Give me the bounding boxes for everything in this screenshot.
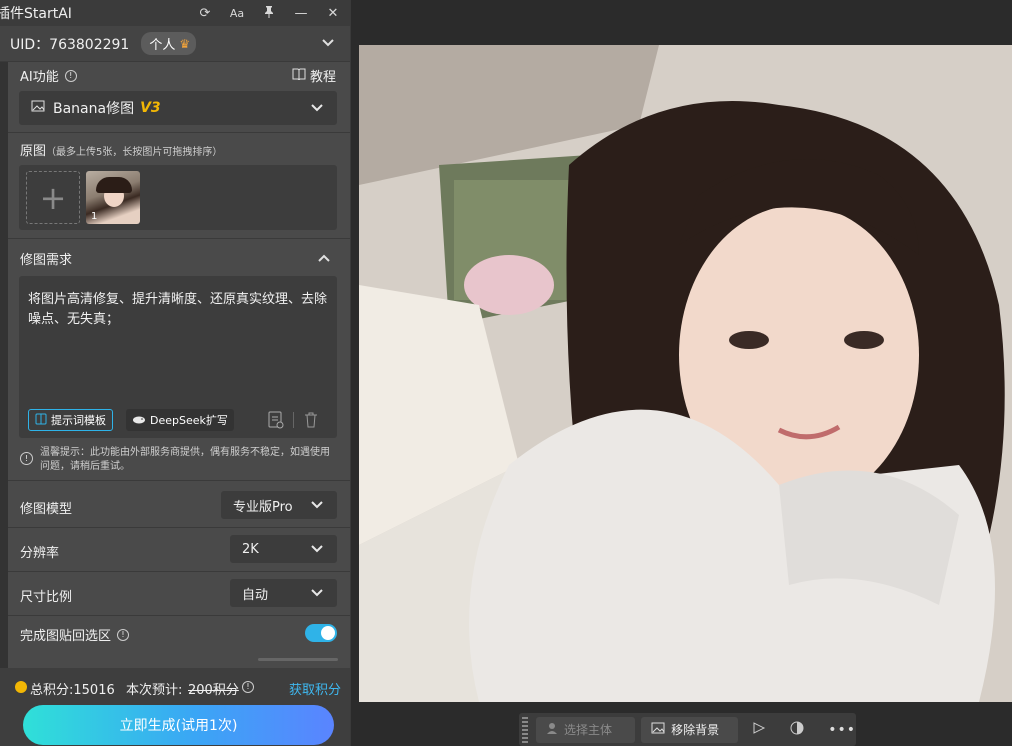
thumb-hair: [96, 177, 132, 193]
shape-tool-icon[interactable]: [752, 721, 766, 739]
deepseek-label: DeepSeek扩写: [150, 414, 228, 427]
chevron-down-icon[interactable]: [322, 36, 334, 51]
deepseek-whale-icon: [132, 414, 146, 427]
add-image-button[interactable]: +: [26, 171, 80, 224]
scroll-indicator[interactable]: [258, 658, 338, 661]
remove-background-label: 移除背景: [671, 723, 720, 737]
info-icon[interactable]: !: [64, 69, 77, 82]
paste-back-row: 完成图贴回选区 !: [20, 625, 130, 644]
get-points-link[interactable]: 获取积分: [289, 679, 341, 698]
minimize-icon[interactable]: —: [292, 6, 310, 21]
template-icon: [35, 413, 47, 428]
estimate-label: 本次预计:: [126, 683, 183, 698]
close-icon[interactable]: ✕: [324, 6, 342, 21]
window-title: 插件StartAI: [0, 6, 72, 22]
preview-photo[interactable]: [359, 45, 1012, 702]
title-bar: 插件StartAI ⟳ Aa — ✕: [0, 0, 350, 26]
generate-button[interactable]: 立即生成(试用1次): [23, 705, 334, 745]
model-label: 修图模型: [20, 502, 73, 517]
total-points: 总积分:15016: [30, 683, 115, 698]
tutorial-link[interactable]: 教程: [292, 66, 336, 85]
chevron-down-icon: [311, 499, 323, 512]
person-icon: [546, 722, 558, 737]
resolution-select[interactable]: 2K: [230, 535, 337, 563]
info-icon[interactable]: !: [242, 681, 254, 693]
request-label: 修图需求: [20, 253, 73, 268]
divider-vertical: [293, 412, 294, 428]
chevron-down-icon: [311, 102, 323, 115]
plugin-panel: 插件StartAI ⟳ Aa — ✕ UID：763802291 个人 ♛ AI…: [0, 0, 351, 746]
original-label: 原图: [20, 144, 47, 159]
original-hint: （最多上传5张，长按图片可拖拽排序）: [46, 147, 223, 158]
image-thumbnail[interactable]: 1: [86, 171, 140, 224]
template-label: 提示词模板: [51, 414, 106, 427]
thumb-index: 1: [91, 211, 98, 222]
select-subject-button[interactable]: 选择主体: [535, 716, 636, 743]
request-textarea[interactable]: 将图片高清修复、提升清晰度、还原真实纹理、去除噪点、无失真；: [28, 290, 328, 330]
version-tag: V3: [140, 100, 161, 116]
notice-icon: !: [20, 452, 33, 465]
original-header: 原图 （最多上传5张，长按图片可拖拽排序）: [20, 140, 222, 159]
model-select[interactable]: 专业版Pro: [221, 491, 337, 519]
aspect-ratio-select[interactable]: 自动: [230, 579, 337, 607]
ai-function-select[interactable]: Banana修图 V3: [19, 91, 337, 125]
refresh-icon[interactable]: ⟳: [196, 6, 214, 21]
divider: [8, 615, 350, 616]
crown-icon: ♛: [179, 36, 191, 51]
aspect-ratio-label: 尺寸比例: [20, 590, 73, 605]
divider: [8, 480, 350, 481]
divider: [8, 527, 350, 528]
image-toolbar: 选择主体 移除背景 •••: [519, 713, 856, 746]
image-edit-icon: [31, 100, 45, 116]
image-icon: [651, 722, 665, 737]
paste-back-toggle[interactable]: [305, 624, 337, 642]
aspect-ratio-value: 自动: [242, 587, 269, 603]
pin-icon[interactable]: [260, 5, 278, 22]
notice-text: 温馨提示：此功能由外部服务商提供，偶有服务不稳定，如遇使用问题，请稍后重试。: [40, 447, 330, 472]
resolution-value: 2K: [242, 541, 259, 557]
chevron-up-icon[interactable]: [318, 251, 330, 266]
deepseek-expand-button[interactable]: DeepSeek扩写: [126, 409, 234, 431]
select-subject-label: 选择主体: [563, 723, 612, 737]
drag-handle[interactable]: [522, 716, 528, 743]
trash-icon[interactable]: [304, 412, 318, 432]
info-icon[interactable]: !: [117, 628, 130, 641]
ai-function-label: AI功能 !: [20, 66, 77, 85]
remove-background-button[interactable]: 移除背景: [641, 716, 739, 743]
plan-badge: 个人 ♛: [141, 32, 197, 55]
left-edge-strip: [0, 62, 8, 746]
coin-icon: [15, 681, 27, 693]
divider: [8, 571, 350, 572]
model-value: 专业版Pro: [233, 499, 293, 515]
divider: [8, 238, 350, 239]
account-row[interactable]: UID：763802291 个人 ♛: [0, 26, 350, 62]
resolution-label: 分辨率: [20, 546, 60, 561]
divider: [8, 132, 350, 133]
history-icon[interactable]: [268, 411, 284, 433]
chevron-down-icon: [311, 543, 323, 556]
prompt-template-button[interactable]: 提示词模板: [28, 409, 113, 431]
uid-label: UID：763802291: [10, 36, 130, 53]
paste-back-label: 完成图贴回选区: [20, 629, 112, 644]
more-icon[interactable]: •••: [828, 722, 856, 738]
estimate-value: 200积分: [188, 683, 239, 698]
contrast-icon[interactable]: [790, 721, 804, 739]
plan-label: 个人: [149, 38, 176, 53]
chevron-down-icon: [311, 587, 323, 600]
ai-function-value: Banana修图: [53, 101, 135, 117]
font-size-icon[interactable]: Aa: [228, 7, 246, 20]
book-icon: [292, 68, 306, 84]
